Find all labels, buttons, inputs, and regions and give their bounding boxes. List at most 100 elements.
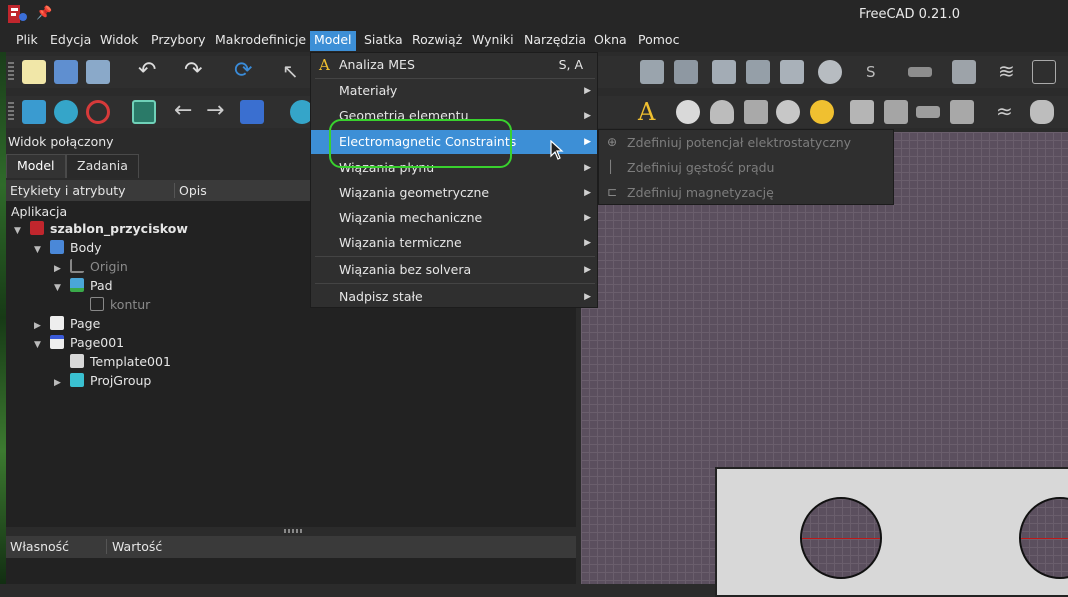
toolbar-grip[interactable] bbox=[8, 102, 14, 122]
refresh-icon[interactable]: ⟳ bbox=[234, 60, 258, 84]
tree-item[interactable]: ▶ Origin bbox=[54, 257, 128, 276]
window-title: FreeCAD 0.21.0 bbox=[858, 7, 960, 22]
expand-arrow-icon[interactable]: ▼ bbox=[34, 241, 44, 260]
tree-item[interactable]: ▼ szablon_przyciskow bbox=[14, 219, 188, 238]
expand-arrow-icon[interactable]: ▼ bbox=[54, 279, 64, 298]
menu-rozwiaz[interactable]: Rozwiąż bbox=[408, 31, 466, 51]
redo-icon[interactable]: ↷ bbox=[184, 60, 208, 84]
temperature-icon[interactable] bbox=[1030, 100, 1054, 124]
force-icon[interactable] bbox=[850, 100, 874, 124]
menu-narzedzia[interactable]: Narzędzia bbox=[520, 31, 590, 51]
tree-item[interactable]: ▼ Page001 bbox=[34, 333, 124, 352]
menu-przybory[interactable]: Przybory bbox=[147, 31, 210, 51]
tree-item[interactable]: ▶ ProjGroup bbox=[54, 371, 151, 390]
menu-widok[interactable]: Widok bbox=[96, 31, 142, 51]
tree-item[interactable]: ▶ Page bbox=[34, 314, 100, 333]
menu-item-wiazania-geometryczne[interactable]: Wiązania geometryczne ▶ bbox=[311, 181, 597, 205]
fluid-section-icon[interactable]: ≋ bbox=[998, 60, 1022, 84]
tab-zadania[interactable]: Zadania bbox=[66, 154, 139, 178]
shell-section-icon[interactable] bbox=[952, 60, 976, 84]
collapse-arrow-icon[interactable]: ▶ bbox=[54, 374, 64, 393]
tree-header-description[interactable]: Opis bbox=[174, 183, 207, 198]
whats-this-icon[interactable]: ↖ bbox=[282, 60, 306, 84]
menu-siatka[interactable]: Siatka bbox=[360, 31, 407, 51]
heat-flux-icon[interactable]: ≈ bbox=[996, 100, 1020, 124]
tie-icon[interactable] bbox=[776, 100, 800, 124]
gravity-icon[interactable] bbox=[916, 106, 940, 118]
submenu-arrow-icon: ▶ bbox=[584, 137, 591, 147]
back-arrow-icon[interactable]: ← bbox=[174, 100, 198, 124]
menu-item-analiza-mes[interactable]: A Analiza MES S, A bbox=[311, 53, 597, 77]
tree-item[interactable]: ▼ Body bbox=[34, 238, 102, 257]
menu-edycja[interactable]: Edycja bbox=[46, 31, 95, 51]
menu-item-wiazania-bez-solvera[interactable]: Wiązania bez solvera ▶ bbox=[311, 258, 597, 282]
menu-plik[interactable]: Plik bbox=[12, 31, 42, 51]
toolbar-grip[interactable] bbox=[8, 62, 14, 82]
document-icon bbox=[30, 221, 44, 235]
tree-item[interactable]: ▼ Pad bbox=[54, 276, 113, 295]
undo-icon[interactable]: ↶ bbox=[138, 60, 162, 84]
bounding-box-icon[interactable] bbox=[132, 100, 156, 124]
property-header-value[interactable]: Wartość bbox=[106, 539, 162, 554]
title-bar: 📌 FreeCAD 0.21.0 bbox=[0, 0, 1068, 28]
body-icon bbox=[50, 240, 64, 254]
solver-icon[interactable] bbox=[818, 60, 842, 84]
menu-model[interactable]: Model bbox=[310, 31, 356, 51]
pressure-icon[interactable] bbox=[884, 100, 908, 124]
submenu-arrow-icon: ▶ bbox=[584, 188, 591, 198]
menu-separator bbox=[315, 283, 595, 284]
expand-arrow-icon[interactable]: ▼ bbox=[14, 222, 24, 241]
menu-item-nadpisz-stale[interactable]: Nadpisz stałe ▶ bbox=[311, 285, 597, 309]
open-document-icon[interactable] bbox=[54, 60, 78, 84]
forward-arrow-icon[interactable]: → bbox=[206, 100, 230, 124]
fixed-constraint-icon[interactable] bbox=[676, 100, 700, 124]
spring-icon[interactable] bbox=[810, 100, 834, 124]
displacement-icon[interactable] bbox=[710, 100, 734, 124]
fem-mesh-boundary-icon[interactable] bbox=[712, 60, 736, 84]
menu-item-materialy[interactable]: Materiały ▶ bbox=[311, 79, 597, 103]
tree-item[interactable]: kontur bbox=[74, 295, 150, 314]
magnetization-icon: ⊏ bbox=[607, 185, 618, 199]
save-document-icon[interactable] bbox=[86, 60, 110, 84]
tree-header-labels[interactable]: Etykiety i atrybuty bbox=[10, 183, 126, 198]
fem-mesh-group-icon[interactable] bbox=[746, 60, 770, 84]
property-header-name[interactable]: Własność bbox=[10, 539, 69, 554]
tab-model[interactable]: Model bbox=[6, 154, 66, 178]
beam-section-icon[interactable] bbox=[908, 67, 932, 77]
menu-separator bbox=[315, 256, 595, 257]
constant-vacuum-icon[interactable]: A bbox=[638, 100, 662, 124]
page-icon bbox=[50, 316, 64, 330]
highlight-ring-annotation bbox=[329, 119, 512, 168]
new-document-icon[interactable] bbox=[22, 60, 46, 84]
fit-all-icon[interactable] bbox=[22, 100, 46, 124]
fem-mesh-clear-icon[interactable] bbox=[780, 60, 804, 84]
panel-splitter-handle[interactable] bbox=[284, 529, 302, 533]
drawing-page[interactable] bbox=[715, 467, 1068, 597]
submenu-item-electrostatic-potential[interactable]: ⊕ Zdefiniuj potencjał elektrostatyczny bbox=[599, 130, 893, 155]
tree-item[interactable]: Template001 bbox=[54, 352, 171, 371]
submenu-item-current-density[interactable]: │ Zdefiniuj gęstość prądu bbox=[599, 155, 893, 180]
bearing-icon[interactable] bbox=[950, 100, 974, 124]
draw-style-icon[interactable] bbox=[86, 100, 110, 124]
menu-item-wiazania-termiczne[interactable]: Wiązania termiczne ▶ bbox=[311, 231, 597, 255]
expand-arrow-icon[interactable]: ▼ bbox=[34, 336, 44, 355]
pin-icon[interactable]: 📌 bbox=[36, 6, 52, 21]
fit-selection-icon[interactable] bbox=[54, 100, 78, 124]
circle-feature bbox=[1019, 497, 1068, 579]
contact-icon[interactable] bbox=[744, 100, 768, 124]
menu-item-wiazania-mechaniczne[interactable]: Wiązania mechaniczne ▶ bbox=[311, 206, 597, 230]
menu-okna[interactable]: Okna bbox=[590, 31, 631, 51]
std-view-icon[interactable] bbox=[240, 100, 264, 124]
electromagnetic-submenu: ⊕ Zdefiniuj potencjał elektrostatyczny │… bbox=[598, 129, 894, 205]
menu-bar: Plik Edycja Widok Przybory Makrodefinicj… bbox=[0, 28, 1068, 52]
menu-wyniki[interactable]: Wyniki bbox=[468, 31, 518, 51]
model-dropdown-menu: A Analiza MES S, A Materiały ▶ Geometria … bbox=[310, 52, 598, 308]
fem-mesh-region-icon[interactable] bbox=[674, 60, 698, 84]
mirror-section-icon[interactable] bbox=[1032, 60, 1056, 84]
submenu-item-magnetization[interactable]: ⊏ Zdefiniuj magnetyzację bbox=[599, 180, 893, 205]
menu-pomoc[interactable]: Pomoc bbox=[634, 31, 683, 51]
solver-run-icon[interactable]: S bbox=[866, 60, 890, 84]
menu-makrodefinicje[interactable]: Makrodefinicje bbox=[211, 31, 310, 51]
fem-mesh-icon[interactable] bbox=[640, 60, 664, 84]
property-view bbox=[6, 558, 576, 584]
